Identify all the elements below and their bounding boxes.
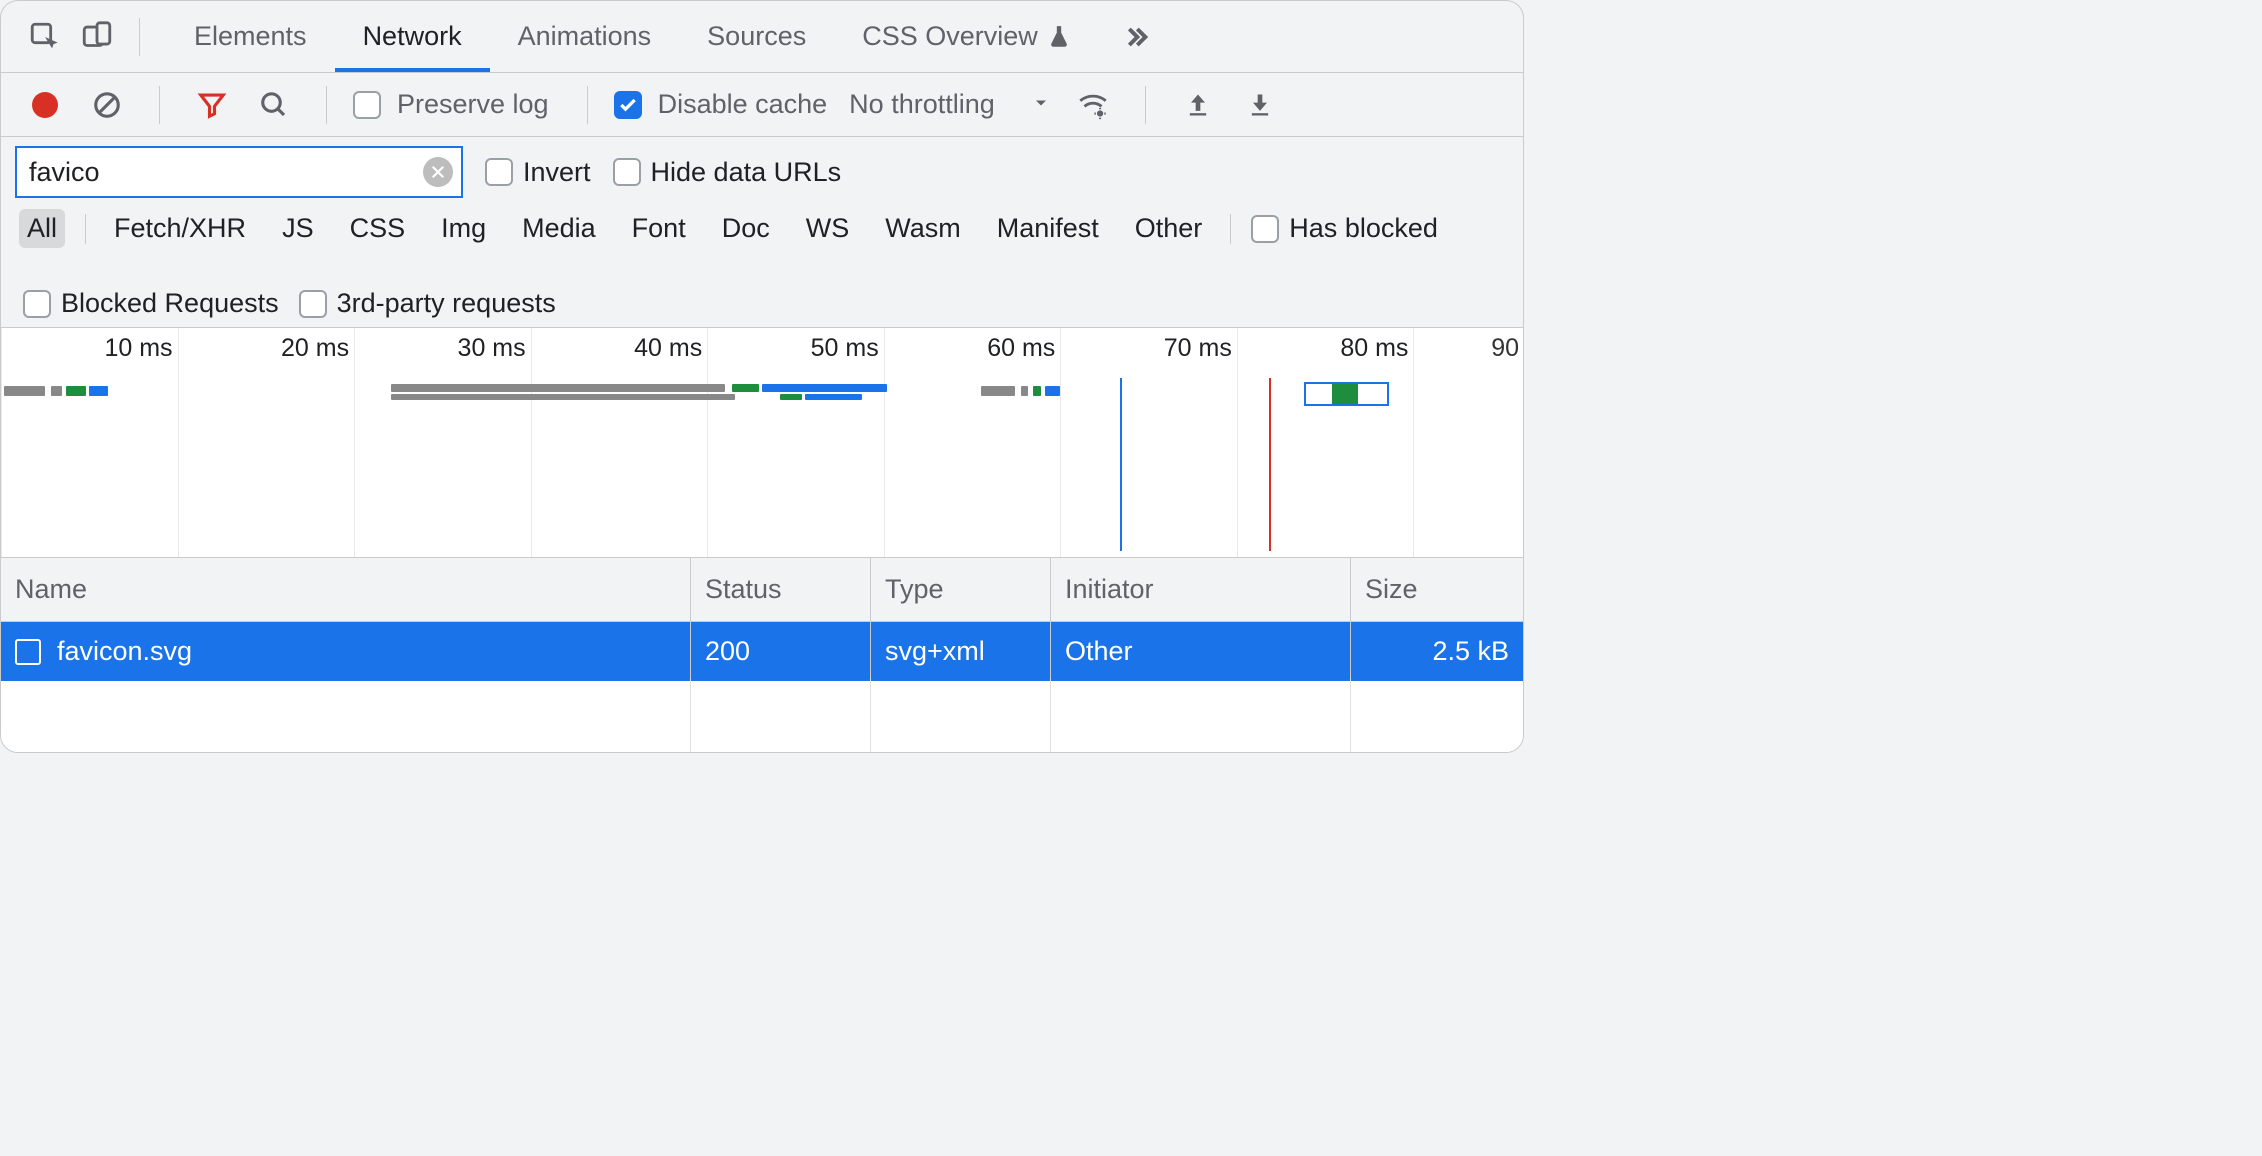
tick-label: 30 ms — [458, 334, 526, 363]
tab-label: Network — [363, 21, 462, 52]
devtools-tabs-row: Elements Network Animations Sources CSS … — [1, 1, 1523, 73]
throttling-select[interactable]: No throttling — [849, 89, 1051, 120]
device-toolbar-icon[interactable] — [71, 11, 123, 63]
tab-network[interactable]: Network — [335, 1, 490, 72]
network-conditions-icon[interactable] — [1067, 79, 1119, 131]
third-party-label: 3rd-party requests — [337, 288, 556, 319]
preserve-log-checkbox[interactable] — [353, 91, 381, 119]
tab-elements[interactable]: Elements — [166, 1, 335, 72]
network-toolbar: Preserve log Disable cache No throttling — [1, 73, 1523, 137]
cell-initiator: Other — [1051, 622, 1351, 681]
record-button[interactable] — [19, 79, 71, 131]
col-size[interactable]: Size — [1351, 558, 1523, 621]
type-js[interactable]: JS — [274, 209, 322, 248]
tick-label: 80 ms — [1340, 334, 1408, 363]
domcontentloaded-marker — [1120, 378, 1122, 551]
separator — [1230, 214, 1231, 244]
requests-table-body: favicon.svg 200 svg+xml Other 2.5 kB — [1, 622, 1523, 752]
filter-icon[interactable] — [186, 79, 238, 131]
separator — [159, 86, 160, 124]
tick-label: 70 ms — [1164, 334, 1232, 363]
cell-size: 2.5 kB — [1351, 622, 1523, 681]
separator — [139, 18, 140, 56]
blocked-requests-checkbox[interactable] — [23, 290, 51, 318]
tick-label: 90 — [1491, 334, 1519, 363]
overview-selection[interactable] — [1304, 382, 1389, 406]
type-manifest[interactable]: Manifest — [989, 209, 1107, 248]
col-initiator[interactable]: Initiator — [1051, 558, 1351, 621]
hide-data-urls-label: Hide data URLs — [651, 157, 842, 188]
has-blocked-checkbox[interactable] — [1251, 215, 1279, 243]
tick-label: 10 ms — [104, 334, 172, 363]
separator — [85, 214, 86, 244]
chevron-down-icon — [1031, 89, 1051, 120]
type-media[interactable]: Media — [514, 209, 604, 248]
more-tabs-button[interactable] — [1100, 21, 1172, 53]
type-font[interactable]: Font — [624, 209, 694, 248]
type-fetch-xhr[interactable]: Fetch/XHR — [106, 209, 254, 248]
inspect-element-icon[interactable] — [19, 11, 71, 63]
type-all[interactable]: All — [19, 209, 65, 248]
type-ws[interactable]: WS — [798, 209, 858, 248]
col-name[interactable]: Name — [1, 558, 691, 621]
tab-sources[interactable]: Sources — [679, 1, 834, 72]
has-blocked-label: Has blocked — [1289, 213, 1438, 244]
preserve-log-label: Preserve log — [397, 89, 549, 120]
tick-label: 20 ms — [281, 334, 349, 363]
invert-label: Invert — [523, 157, 591, 188]
tick-label: 60 ms — [987, 334, 1055, 363]
clear-filter-button[interactable] — [423, 157, 453, 187]
separator — [587, 86, 588, 124]
tick-label: 50 ms — [811, 334, 879, 363]
type-img[interactable]: Img — [433, 209, 494, 248]
invert-checkbox[interactable] — [485, 158, 513, 186]
type-css[interactable]: CSS — [342, 209, 414, 248]
requests-table-header: Name Status Type Initiator Size — [1, 558, 1523, 622]
search-icon[interactable] — [248, 79, 300, 131]
throttling-value: No throttling — [849, 89, 995, 120]
hide-data-urls-checkbox[interactable] — [613, 158, 641, 186]
request-type-filters: All Fetch/XHR JS CSS Img Media Font Doc … — [1, 207, 1523, 328]
file-icon — [15, 639, 41, 665]
cell-type: svg+xml — [871, 622, 1051, 681]
cell-name-text: favicon.svg — [57, 636, 192, 667]
blocked-requests-label: Blocked Requests — [61, 288, 279, 319]
filter-input[interactable] — [29, 157, 423, 188]
tab-css-overview[interactable]: CSS Overview — [834, 1, 1100, 72]
separator — [326, 86, 327, 124]
waterfall-overview[interactable]: 10 ms 20 ms 30 ms 40 ms 50 ms 60 ms 70 m… — [1, 328, 1523, 558]
cell-status: 200 — [691, 622, 871, 681]
download-har-icon[interactable] — [1234, 79, 1286, 131]
type-doc[interactable]: Doc — [714, 209, 778, 248]
tab-label: CSS Overview — [862, 21, 1038, 52]
third-party-checkbox[interactable] — [299, 290, 327, 318]
disable-cache-label: Disable cache — [658, 89, 828, 120]
filter-input-wrap — [15, 146, 463, 198]
type-wasm[interactable]: Wasm — [877, 209, 969, 248]
separator — [1145, 86, 1146, 124]
col-type[interactable]: Type — [871, 558, 1051, 621]
panel-tabs: Elements Network Animations Sources CSS … — [166, 1, 1100, 72]
tab-animations[interactable]: Animations — [490, 1, 680, 72]
type-other[interactable]: Other — [1127, 209, 1211, 248]
disable-cache-checkbox[interactable] — [614, 91, 642, 119]
flask-icon — [1046, 24, 1072, 50]
cell-name: favicon.svg — [1, 622, 691, 681]
tab-label: Sources — [707, 21, 806, 52]
tick-label: 40 ms — [634, 334, 702, 363]
table-row[interactable]: favicon.svg 200 svg+xml Other 2.5 kB — [1, 622, 1523, 681]
tab-label: Elements — [194, 21, 307, 52]
filter-bar: Invert Hide data URLs — [1, 137, 1523, 207]
upload-har-icon[interactable] — [1172, 79, 1224, 131]
col-status[interactable]: Status — [691, 558, 871, 621]
clear-button[interactable] — [81, 79, 133, 131]
tab-label: Animations — [518, 21, 652, 52]
load-marker — [1269, 378, 1271, 551]
